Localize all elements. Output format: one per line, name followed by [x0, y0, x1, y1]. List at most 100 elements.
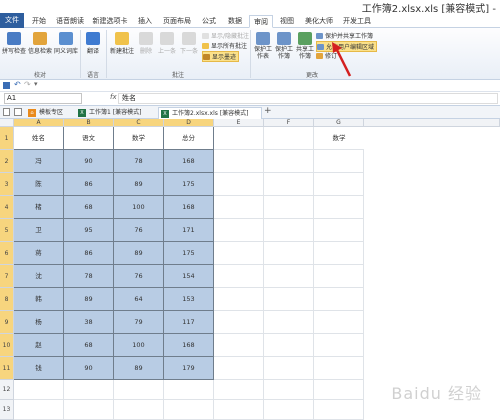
spell-check-button[interactable]: 拼写检查	[2, 32, 26, 55]
table-cell[interactable]	[314, 400, 364, 420]
table-cell[interactable]	[214, 242, 264, 265]
tab-review[interactable]: 审阅	[249, 15, 273, 28]
row-header[interactable]: 3	[0, 173, 14, 196]
new-comment-button[interactable]: 新建批注	[109, 32, 135, 55]
table-cell[interactable]: 90	[64, 357, 114, 380]
table-cell[interactable]	[264, 127, 314, 150]
column-header[interactable]: C	[114, 119, 164, 127]
protect-workbook-button[interactable]: 保护工作簿	[274, 32, 294, 60]
table-cell[interactable]: 90	[64, 150, 114, 173]
table-cell[interactable]	[214, 173, 264, 196]
table-cell[interactable]	[264, 265, 314, 288]
table-cell[interactable]	[264, 334, 314, 357]
tab-file[interactable]: 文件	[0, 13, 24, 28]
tab-insert[interactable]: 插入	[134, 15, 156, 28]
table-cell[interactable]: 64	[114, 288, 164, 311]
table-cell[interactable]: 154	[164, 265, 214, 288]
column-header[interactable]: F	[264, 119, 314, 127]
table-cell[interactable]	[64, 400, 114, 420]
tab-developer[interactable]: 开发工具	[340, 15, 374, 28]
table-cell[interactable]	[314, 288, 364, 311]
tab-view[interactable]: 视图	[276, 15, 298, 28]
spreadsheet-grid[interactable]: A B C D E F G 1 姓名 语文 数学 总分 数学 2 冯 90 78 168 3 陈 86 89…	[0, 119, 500, 420]
add-tab-icon[interactable]: +	[264, 106, 272, 116]
table-cell[interactable]: 86	[64, 173, 114, 196]
table-cell[interactable]: 沈	[14, 265, 64, 288]
tab-beautify[interactable]: 美化大师	[302, 15, 336, 28]
table-cell[interactable]: 语文	[64, 127, 114, 150]
table-cell[interactable]: 100	[114, 334, 164, 357]
tab-home[interactable]: 开始	[28, 15, 50, 28]
table-cell[interactable]	[264, 311, 314, 334]
table-cell[interactable]: 100	[114, 196, 164, 219]
row-header[interactable]: 4	[0, 196, 14, 219]
table-cell[interactable]: 89	[114, 357, 164, 380]
column-header[interactable]: D	[164, 119, 214, 127]
table-cell[interactable]	[264, 242, 314, 265]
next-comment-button[interactable]: 下一条	[179, 32, 199, 55]
table-cell[interactable]	[264, 173, 314, 196]
table-cell[interactable]: 76	[114, 219, 164, 242]
undo-icon[interactable]: ↶	[14, 80, 21, 89]
new-document-icon[interactable]	[3, 108, 10, 116]
table-cell[interactable]	[264, 196, 314, 219]
table-cell[interactable]: 76	[114, 265, 164, 288]
research-button[interactable]: 信息检索	[28, 32, 52, 55]
formula-input[interactable]: 姓名	[118, 93, 498, 104]
thesaurus-button[interactable]: 同义词库	[54, 32, 78, 55]
share-workbook-button[interactable]: 共享工作簿	[295, 32, 315, 60]
table-cell[interactable]	[314, 334, 364, 357]
protect-share-workbook[interactable]: 保护并共享工作簿	[316, 31, 373, 40]
folder-icon[interactable]	[14, 108, 22, 116]
workbook-tab-2[interactable]: X 工作簿2.xlsx.xls [兼容模式]	[158, 107, 262, 119]
show-ink-toggle[interactable]: 显示墨迹	[202, 51, 240, 62]
table-cell[interactable]: 86	[64, 242, 114, 265]
table-cell[interactable]	[164, 400, 214, 420]
table-cell[interactable]: 钱	[14, 357, 64, 380]
row-header[interactable]: 7	[0, 265, 14, 288]
table-cell[interactable]: 168	[164, 196, 214, 219]
save-icon[interactable]	[3, 82, 10, 89]
table-cell[interactable]: 数学	[114, 127, 164, 150]
delete-comment-button[interactable]: 删除	[137, 32, 155, 55]
table-cell[interactable]	[214, 311, 264, 334]
table-cell[interactable]: 赵	[14, 334, 64, 357]
table-cell[interactable]	[214, 265, 264, 288]
function-icon[interactable]: fx	[110, 93, 117, 101]
table-cell[interactable]	[64, 380, 114, 400]
table-cell[interactable]: 117	[164, 311, 214, 334]
table-cell[interactable]: 数学	[314, 127, 364, 150]
row-header[interactable]: 9	[0, 311, 14, 334]
table-cell[interactable]: 95	[64, 219, 114, 242]
table-cell[interactable]: 179	[164, 357, 214, 380]
table-cell[interactable]	[214, 288, 264, 311]
column-header[interactable]: E	[214, 119, 264, 127]
table-cell[interactable]: 韩	[14, 288, 64, 311]
table-cell[interactable]	[214, 400, 264, 420]
show-hide-comment[interactable]: 显示/隐藏批注	[202, 31, 249, 40]
show-all-comments[interactable]: 显示所有批注	[202, 41, 247, 50]
table-cell[interactable]: 78	[64, 265, 114, 288]
table-cell[interactable]: 89	[114, 173, 164, 196]
table-cell[interactable]	[264, 400, 314, 420]
table-cell[interactable]	[214, 334, 264, 357]
tab-formulas[interactable]: 公式	[198, 15, 220, 28]
table-cell[interactable]: 38	[64, 311, 114, 334]
table-cell[interactable]: 冯	[14, 150, 64, 173]
table-cell[interactable]	[314, 150, 364, 173]
name-box[interactable]: A1	[4, 93, 82, 104]
table-cell[interactable]: 175	[164, 242, 214, 265]
tab-voice[interactable]: 语音朗读	[54, 15, 86, 28]
column-header[interactable]: A	[14, 119, 64, 127]
table-cell[interactable]	[314, 265, 364, 288]
row-header[interactable]: 5	[0, 219, 14, 242]
table-cell[interactable]: 姓名	[14, 127, 64, 150]
table-cell[interactable]	[114, 400, 164, 420]
table-cell[interactable]	[114, 380, 164, 400]
row-header[interactable]: 8	[0, 288, 14, 311]
table-cell[interactable]	[314, 196, 364, 219]
table-cell[interactable]	[314, 219, 364, 242]
table-cell[interactable]	[214, 380, 264, 400]
row-header[interactable]: 10	[0, 334, 14, 357]
table-cell[interactable]: 89	[114, 242, 164, 265]
